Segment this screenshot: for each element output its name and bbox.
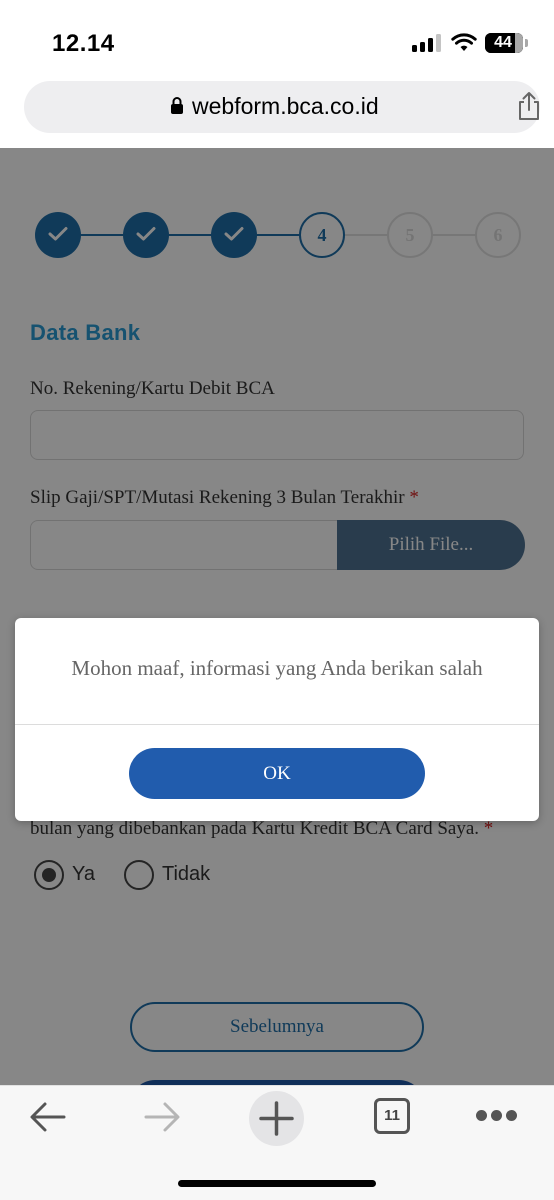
share-icon[interactable]: [516, 91, 542, 121]
cellular-signal-icon: [412, 34, 442, 52]
alert-message: Mohon maaf, informasi yang Anda berikan …: [71, 656, 483, 680]
forward-arrow-icon[interactable]: [142, 1100, 182, 1134]
back-arrow-icon[interactable]: [28, 1100, 68, 1134]
home-indicator: [178, 1180, 376, 1187]
dialog-divider: [15, 724, 539, 725]
status-time: 12.14: [52, 30, 115, 57]
webform-page: 4 5 6 Data Bank No. Rekening/Kartu Debit…: [0, 148, 554, 1085]
lock-icon: [171, 97, 183, 114]
modal-backdrop[interactable]: [0, 148, 554, 1085]
status-bar: 12.14 44: [0, 0, 554, 80]
more-options-icon[interactable]: [476, 1110, 518, 1122]
address-bar[interactable]: webform.bca.co.id: [24, 81, 540, 133]
alert-dialog: Mohon maaf, informasi yang Anda berikan …: [15, 618, 539, 821]
wifi-icon: [451, 33, 477, 51]
tab-count: 11: [384, 1107, 400, 1124]
battery-icon: 44: [485, 33, 523, 53]
ok-button[interactable]: OK: [129, 748, 425, 799]
battery-level: 44: [494, 34, 512, 51]
plus-icon: [259, 1101, 294, 1136]
tabs-overview-button[interactable]: 11: [374, 1098, 410, 1134]
new-tab-button[interactable]: [249, 1091, 304, 1146]
battery-cap: [525, 39, 528, 47]
url-text[interactable]: webform.bca.co.id: [192, 93, 379, 120]
